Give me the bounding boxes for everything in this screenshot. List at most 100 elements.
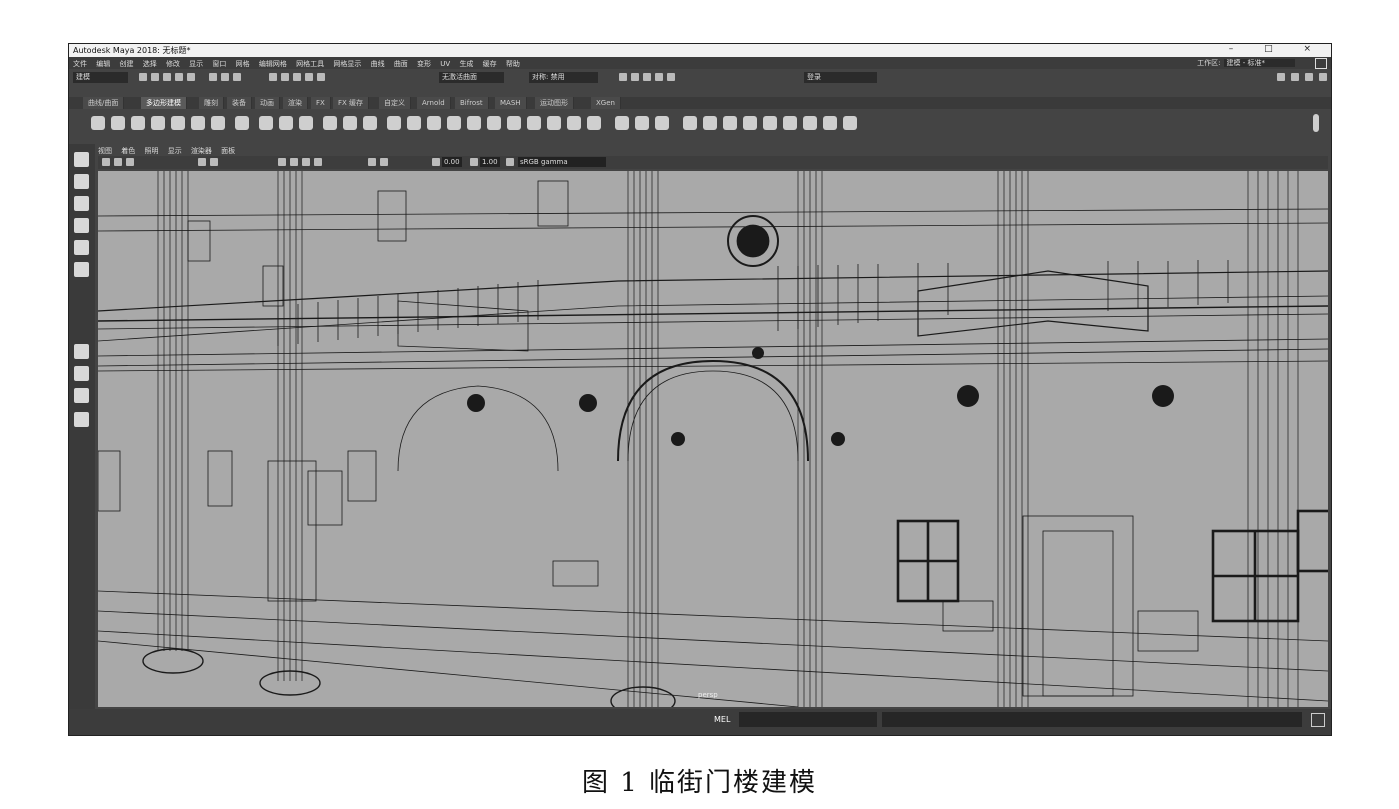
modeling-toolkit-icon[interactable] [1277, 73, 1285, 81]
menu-deform[interactable]: 变形 [417, 60, 431, 68]
mel-label[interactable]: MEL [714, 715, 730, 724]
menu-surfaces[interactable]: 曲面 [394, 60, 408, 68]
tab-arnold[interactable]: Arnold [417, 97, 451, 109]
uv-editor-icon[interactable] [655, 116, 669, 130]
sculpt-tool-icon[interactable] [843, 116, 857, 130]
menu-create[interactable]: 创建 [119, 60, 133, 68]
append-polygon-icon[interactable] [467, 116, 481, 130]
tab-curves-surfaces[interactable]: 曲线/曲面 [83, 97, 125, 109]
menu-windows[interactable]: 窗口 [212, 60, 226, 68]
minimize-button[interactable]: – [1229, 44, 1248, 54]
tab-fx-caching[interactable]: FX 缓存 [333, 97, 370, 109]
live-surface-field[interactable]: 无激活曲面 [439, 72, 504, 83]
viewport-menu-view[interactable]: 视图 [98, 147, 112, 155]
render-view-icon[interactable] [667, 73, 675, 81]
separate-icon[interactable] [343, 116, 357, 130]
smooth-shade-icon[interactable] [290, 158, 298, 166]
snap-view-icon[interactable] [305, 73, 313, 81]
maximize-button[interactable]: □ [1264, 44, 1287, 54]
viewport-3d[interactable]: persp [98, 171, 1328, 707]
open-scene-icon[interactable] [151, 73, 159, 81]
extract-icon[interactable] [783, 116, 797, 130]
render-settings-icon[interactable] [643, 73, 651, 81]
grid-toggle-icon[interactable] [198, 158, 206, 166]
select-object-icon[interactable] [221, 73, 229, 81]
delete-edge-icon[interactable] [823, 116, 837, 130]
undo-icon[interactable] [175, 73, 183, 81]
poly-sphere-icon[interactable] [91, 116, 105, 130]
save-scene-icon[interactable] [163, 73, 171, 81]
poly-disc-icon[interactable] [211, 116, 225, 130]
bevel-icon[interactable] [447, 116, 461, 130]
menu-set-dropdown[interactable]: 建模 [73, 72, 128, 83]
login-dropdown[interactable]: 登录 [804, 72, 877, 83]
move-tool-icon[interactable] [74, 218, 89, 233]
lasso-tool-icon[interactable] [74, 174, 89, 189]
redo-icon[interactable] [187, 73, 195, 81]
duplicate-face-icon[interactable] [803, 116, 817, 130]
tab-custom[interactable]: 自定义 [379, 97, 411, 109]
rotate-tool-icon[interactable] [74, 240, 89, 255]
menu-generate[interactable]: 生成 [459, 60, 473, 68]
sweep-mesh-icon[interactable] [259, 116, 273, 130]
xray-icon[interactable] [368, 158, 376, 166]
menu-mesh[interactable]: 网格 [236, 60, 250, 68]
menu-uv[interactable]: UV [440, 60, 450, 68]
quadrangulate-icon[interactable] [743, 116, 757, 130]
paint-select-tool-icon[interactable] [74, 196, 89, 211]
extrude-icon[interactable] [407, 116, 421, 130]
two-view-layout-icon[interactable] [74, 388, 89, 403]
menu-select[interactable]: 选择 [143, 60, 157, 68]
attribute-editor-icon[interactable] [1305, 73, 1313, 81]
wireframe-icon[interactable] [278, 158, 286, 166]
viewport-menu-panels[interactable]: 面板 [221, 147, 235, 155]
fill-hole-icon[interactable] [487, 116, 501, 130]
view-transform-dropdown[interactable]: sRGB gamma [518, 157, 606, 167]
auto-uv-icon[interactable] [635, 116, 649, 130]
menu-cache[interactable]: 缓存 [483, 60, 497, 68]
gamma-icon[interactable] [470, 158, 478, 166]
super-shape-icon[interactable] [235, 116, 249, 130]
select-hierarchy-icon[interactable] [209, 73, 217, 81]
menu-help[interactable]: 帮助 [506, 60, 520, 68]
mirror-icon[interactable] [683, 116, 697, 130]
ipr-render-icon[interactable] [631, 73, 639, 81]
tab-poly-modeling[interactable]: 多边形建模 [141, 97, 187, 109]
tab-animation[interactable]: 动画 [255, 97, 280, 109]
viewport-menu-show[interactable]: 显示 [168, 147, 182, 155]
single-view-layout-icon[interactable] [74, 344, 89, 359]
exposure-icon[interactable] [432, 158, 440, 166]
smooth-icon[interactable] [363, 116, 377, 130]
gamma-field[interactable]: 1.00 [480, 157, 500, 167]
poly-cone-icon[interactable] [151, 116, 165, 130]
menu-mesh-display[interactable]: 网格显示 [333, 60, 361, 68]
lock-icon[interactable] [1315, 58, 1327, 69]
poly-plane-icon[interactable] [191, 116, 205, 130]
hypershade-icon[interactable] [655, 73, 663, 81]
combine-icon[interactable] [323, 116, 337, 130]
outliner-layout-icon[interactable] [74, 412, 89, 427]
mel-input[interactable] [739, 712, 877, 727]
make-hole-icon[interactable] [507, 116, 521, 130]
menu-edit-mesh[interactable]: 编辑网格 [259, 60, 287, 68]
tab-rigging[interactable]: 装备 [227, 97, 252, 109]
color-management-icon[interactable] [506, 158, 514, 166]
tab-bifrost[interactable]: Bifrost [455, 97, 489, 109]
human-ik-icon[interactable] [1291, 73, 1299, 81]
tab-fx[interactable]: FX [311, 97, 331, 109]
type-icon[interactable] [279, 116, 293, 130]
multi-cut-icon[interactable] [527, 116, 541, 130]
reduce-icon[interactable] [703, 116, 717, 130]
poly-cube-icon[interactable] [111, 116, 125, 130]
menu-edit[interactable]: 编辑 [96, 60, 110, 68]
scale-tool-icon[interactable] [74, 262, 89, 277]
target-weld-icon[interactable] [547, 116, 561, 130]
camera-select-icon[interactable] [102, 158, 110, 166]
viewport-menu-renderer[interactable]: 渲染器 [191, 147, 212, 155]
tab-sculpting[interactable]: 雕刻 [199, 97, 224, 109]
bridge-icon[interactable] [427, 116, 441, 130]
exposure-field[interactable]: 0.00 [442, 157, 462, 167]
menu-curves[interactable]: 曲线 [371, 60, 385, 68]
channel-box-icon[interactable] [1319, 73, 1327, 81]
svg-icon[interactable] [299, 116, 313, 130]
